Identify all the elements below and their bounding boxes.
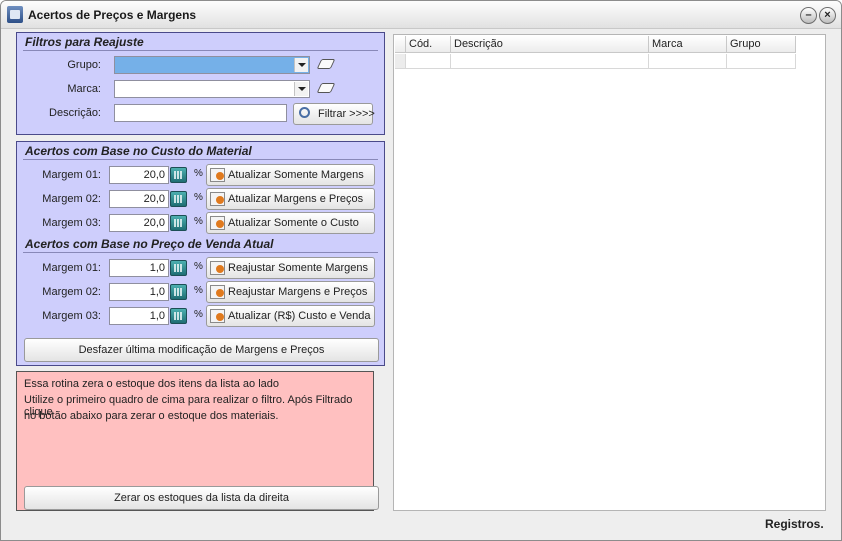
records-status: Registros. xyxy=(765,517,824,531)
table-cell[interactable] xyxy=(406,54,451,69)
calculator-icon[interactable] xyxy=(170,284,187,300)
update-doc-icon xyxy=(210,261,225,275)
cost-section-title: Acertos com Base no Custo do Material xyxy=(25,144,252,158)
marca-clear-eraser-icon[interactable] xyxy=(316,83,336,93)
update-cost-only-button[interactable]: Atualizar Somente o Custo xyxy=(206,212,375,234)
calculator-icon[interactable] xyxy=(170,260,187,276)
cost-margem-02-input[interactable]: 20,0 xyxy=(109,190,169,208)
price-margem-02-label: Margem 02: xyxy=(42,286,101,298)
window-title: Acertos de Preços e Margens xyxy=(28,8,197,22)
materials-grid[interactable]: Cód. Descrição Marca Grupo xyxy=(393,34,826,511)
grupo-clear-eraser-icon[interactable] xyxy=(316,59,336,69)
row-header-corner xyxy=(395,36,406,53)
price-margem-01-label: Margem 01: xyxy=(42,262,101,274)
marca-dropdown[interactable] xyxy=(114,80,310,98)
price-divider xyxy=(23,252,378,253)
readjust-margins-and-prices-button[interactable]: Reajustar Margens e Preços xyxy=(206,281,375,303)
table-cell[interactable] xyxy=(727,54,796,69)
column-header-grupo[interactable]: Grupo xyxy=(727,36,796,53)
marca-label: Marca: xyxy=(67,83,101,95)
update-cost-and-sale-button[interactable]: Atualizar (R$) Custo e Venda xyxy=(206,305,375,327)
cost-margem-01-label: Margem 01: xyxy=(42,169,101,181)
percent-sign: % xyxy=(194,168,203,179)
descricao-label: Descrição: xyxy=(49,107,101,119)
update-margins-only-button[interactable]: Atualizar Somente Margens xyxy=(206,164,375,186)
info-note-panel: Essa rotina zera o estoque dos itens da … xyxy=(16,371,379,511)
note-line: no botão abaixo para zerar o estoque dos… xyxy=(24,410,279,422)
cost-margem-03-input[interactable]: 20,0 xyxy=(109,214,169,232)
filters-panel: Filtros para Reajuste Grupo: Marca: Desc… xyxy=(16,32,385,135)
price-margem-01-input[interactable]: 1,0 xyxy=(109,259,169,277)
cost-margem-03-label: Margem 03: xyxy=(42,217,101,229)
minimize-button[interactable]: – xyxy=(800,7,817,24)
percent-sign: % xyxy=(194,309,203,320)
calculator-icon[interactable] xyxy=(170,308,187,324)
update-doc-icon xyxy=(210,285,225,299)
grupo-dropdown[interactable] xyxy=(114,56,310,74)
column-header-marca[interactable]: Marca xyxy=(649,36,727,53)
update-doc-icon xyxy=(210,168,225,182)
table-cell[interactable] xyxy=(451,54,649,69)
price-section-title: Acertos com Base no Preço de Venda Atual xyxy=(25,237,274,251)
update-margins-and-prices-button[interactable]: Atualizar Margens e Preços xyxy=(206,188,375,210)
zero-stock-button[interactable]: Zerar os estoques da lista da direita xyxy=(24,486,379,510)
calculator-icon[interactable] xyxy=(170,215,187,231)
undo-last-change-button[interactable]: Desfazer última modificação de Margens e… xyxy=(24,338,379,362)
filters-divider xyxy=(23,50,378,51)
percent-sign: % xyxy=(194,192,203,203)
marca-dropdown-arrow-icon[interactable] xyxy=(294,82,308,96)
title-bar: Acertos de Preços e Margens – × xyxy=(1,1,841,29)
update-doc-icon xyxy=(210,216,225,230)
update-doc-icon xyxy=(210,192,225,206)
column-header-cod[interactable]: Cód. xyxy=(406,36,451,53)
grupo-label: Grupo: xyxy=(67,59,101,71)
row-selector[interactable] xyxy=(395,54,406,69)
price-margem-03-input[interactable]: 1,0 xyxy=(109,307,169,325)
note-line: Essa rotina zera o estoque dos itens da … xyxy=(24,378,279,390)
cost-margem-02-label: Margem 02: xyxy=(42,193,101,205)
readjust-margins-only-button[interactable]: Reajustar Somente Margens xyxy=(206,257,375,279)
main-window: Acertos de Preços e Margens – × Filtros … xyxy=(0,0,842,541)
percent-sign: % xyxy=(194,216,203,227)
close-button[interactable]: × xyxy=(819,7,836,24)
price-margem-03-label: Margem 03: xyxy=(42,310,101,322)
percent-sign: % xyxy=(194,261,203,272)
app-icon xyxy=(7,6,23,23)
filters-title: Filtros para Reajuste xyxy=(25,35,144,49)
table-cell[interactable] xyxy=(649,54,727,69)
grupo-dropdown-arrow-icon[interactable] xyxy=(294,58,308,72)
filter-button[interactable]: Filtrar >>>> xyxy=(293,103,375,125)
descricao-input[interactable] xyxy=(114,104,287,122)
column-header-descricao[interactable]: Descrição xyxy=(451,36,649,53)
search-icon xyxy=(299,107,310,118)
percent-sign: % xyxy=(194,285,203,296)
cost-divider xyxy=(23,159,378,160)
adjustments-panel: Acertos com Base no Custo do Material Ma… xyxy=(16,141,385,366)
calculator-icon[interactable] xyxy=(170,191,187,207)
update-doc-icon xyxy=(210,309,225,323)
price-margem-02-input[interactable]: 1,0 xyxy=(109,283,169,301)
cost-margem-01-input[interactable]: 20,0 xyxy=(109,166,169,184)
calculator-icon[interactable] xyxy=(170,167,187,183)
